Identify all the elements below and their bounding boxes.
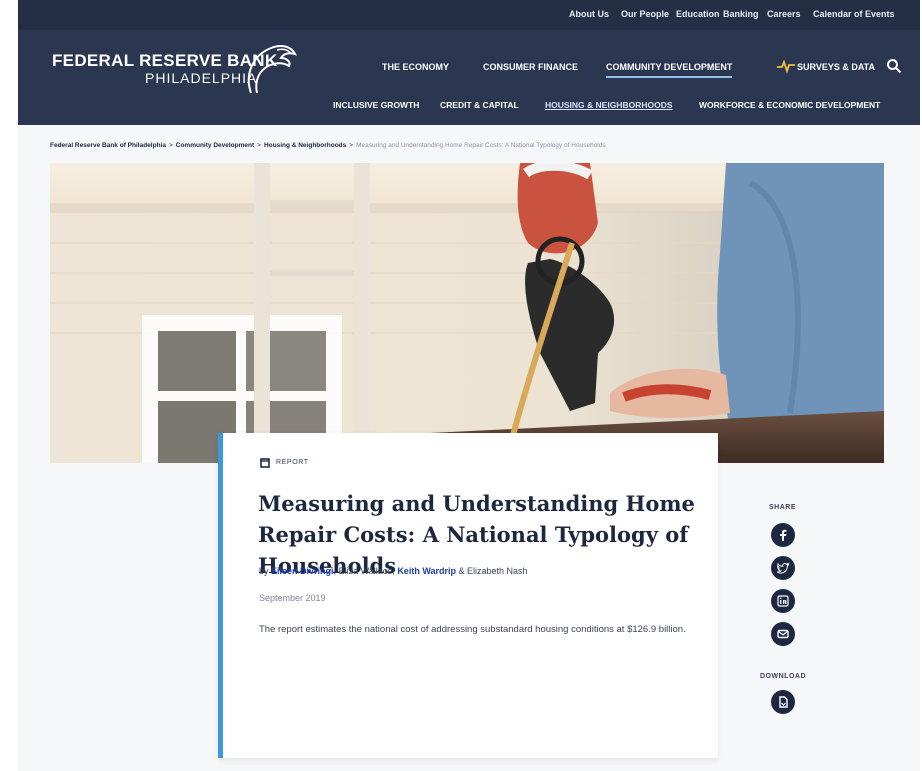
byline-separator: , — [392, 566, 395, 576]
breadcrumb-separator: > — [168, 142, 173, 149]
breadcrumb-housing-neighborhoods[interactable]: Housing & Neighborhoods — [264, 142, 346, 149]
breadcrumb-community-development[interactable]: Community Development — [176, 142, 254, 149]
download-button[interactable] — [771, 690, 795, 714]
author-name-wallace: Eliza Wallace — [338, 566, 393, 576]
article-summary: The report estimates the national cost o… — [259, 624, 686, 635]
utility-link-banking[interactable]: Banking — [723, 9, 759, 19]
breadcrumb: Federal Reserve Bank of Philadelphia > Com… — [50, 142, 606, 149]
nav-community-development[interactable]: COMMUNITY DEVELOPMENT — [606, 62, 733, 78]
linkedin-icon — [777, 595, 789, 607]
site-logo[interactable]: FEDERAL RESERVE BANK PHILADELPHIA — [52, 38, 297, 98]
report-icon — [260, 458, 270, 468]
nav-surveys-data[interactable]: SURVEYS & DATA — [797, 62, 875, 72]
subnav-inclusive-growth[interactable]: INCLUSIVE GROWTH — [333, 100, 419, 110]
content-type-label: REPORT — [276, 459, 309, 466]
breadcrumb-separator: > — [349, 142, 354, 149]
share-facebook-button[interactable] — [771, 523, 795, 547]
eagle-logo-icon — [247, 45, 297, 94]
subnav-workforce-economic-development[interactable]: WORKFORCE & ECONOMIC DEVELOPMENT — [699, 100, 880, 110]
breadcrumb-home[interactable]: Federal Reserve Bank of Philadelphia — [50, 142, 166, 149]
nav-consumer-finance[interactable]: CONSUMER FINANCE — [483, 62, 578, 72]
breadcrumb-separator: > — [257, 142, 261, 149]
byline-separator: , — [333, 566, 337, 576]
article-byline: by Eileen Divringi, Eliza Wallace, Keith… — [259, 566, 528, 576]
utility-link-people[interactable]: Our People — [621, 9, 669, 19]
utility-link-careers[interactable]: Careers — [767, 9, 801, 19]
utility-link-calendar[interactable]: Calendar of Events — [813, 9, 895, 19]
author-name-nash: Elizabeth Nash — [467, 566, 528, 576]
byline-ampersand: & — [458, 566, 465, 576]
utility-link-education[interactable]: Education — [676, 9, 720, 19]
email-icon — [777, 629, 789, 639]
share-twitter-button[interactable] — [771, 556, 795, 580]
utility-link-about[interactable]: About Us — [569, 9, 609, 19]
utility-nav: About Us Our People Education Banking Ca… — [18, 0, 920, 30]
pulse-icon — [777, 59, 795, 74]
hero-image-roofer — [50, 163, 884, 463]
facebook-icon — [780, 529, 787, 541]
byline-prefix: by — [259, 566, 269, 576]
share-label: SHARE — [769, 504, 797, 511]
page: About Us Our People Education Banking Ca… — [0, 0, 922, 771]
nav-the-economy[interactable]: THE ECONOMY — [382, 62, 449, 72]
download-label: DOWNLOAD — [760, 673, 806, 680]
share-email-button[interactable] — [771, 622, 795, 646]
search-icon[interactable] — [886, 58, 902, 74]
article-card: REPORT Measuring and Understanding Home … — [218, 433, 718, 758]
site-header: About Us Our People Education Banking Ca… — [18, 0, 920, 125]
twitter-icon — [776, 562, 790, 574]
author-link-wardrip[interactable]: Keith Wardrip — [397, 566, 456, 576]
publication-date: September 2019 — [259, 593, 326, 603]
subnav-housing-neighborhoods[interactable]: HOUSING & NEIGHBORHOODS — [545, 100, 673, 110]
subnav-credit-capital[interactable]: CREDIT & CAPITAL — [440, 100, 519, 110]
author-link-divringi[interactable]: Eileen Divringi — [271, 566, 334, 576]
breadcrumb-current-page: Measuring and Understanding Home Repair … — [356, 142, 606, 149]
download-document-icon — [779, 696, 788, 708]
share-linkedin-button[interactable] — [771, 589, 795, 613]
